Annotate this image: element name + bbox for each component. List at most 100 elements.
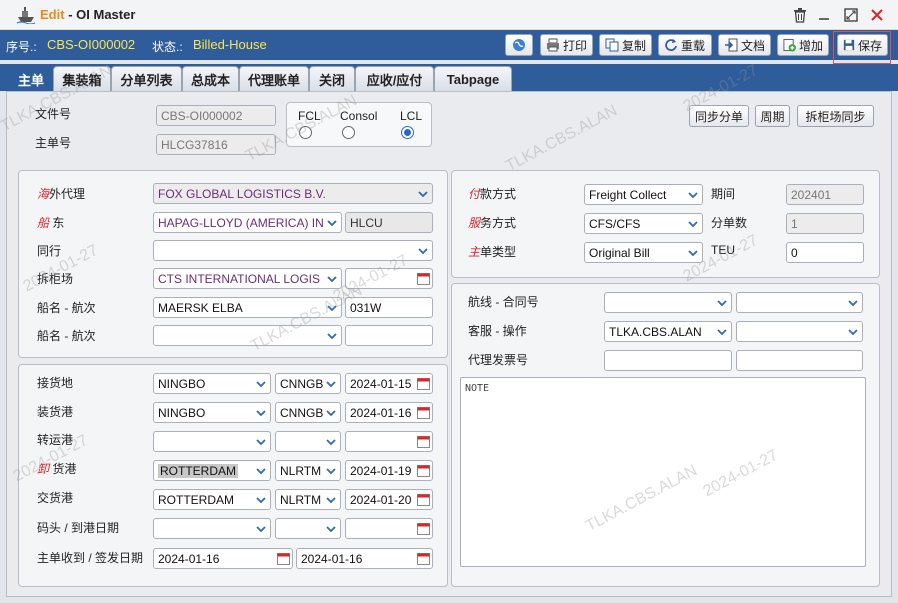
chevron-down-icon	[252, 490, 270, 509]
receipt-code-select[interactable]: CNNGB	[275, 373, 341, 394]
tab-ar-ap[interactable]: 应收/应付	[355, 66, 434, 91]
vessel2-select[interactable]	[153, 325, 342, 346]
calendar-icon[interactable]	[417, 377, 430, 390]
agent-select[interactable]: FOX GLOBAL LOGISTICS B.V.	[153, 183, 433, 204]
service-select[interactable]: CFS/CFS	[584, 213, 703, 234]
receipt-date-field[interactable]: 2024-01-15	[345, 373, 433, 394]
tab-tabpage[interactable]: Tabpage	[434, 66, 512, 91]
cs-select[interactable]: TLKA.CBS.ALAN	[604, 321, 732, 342]
payment-select[interactable]: Freight Collect	[584, 184, 703, 205]
calendar-icon[interactable]	[417, 435, 430, 448]
discharge-value: ROTTERDAM	[158, 463, 238, 478]
discharge-select[interactable]: ROTTERDAM	[153, 460, 271, 481]
chevron-down-icon	[323, 213, 341, 232]
coloader-select[interactable]	[153, 240, 433, 261]
cs-label: 客服 - 操作	[468, 324, 527, 338]
note-textarea[interactable]: NOTE	[460, 377, 866, 567]
print-button[interactable]: 打印	[540, 34, 593, 56]
contract-select[interactable]	[736, 292, 863, 313]
dock-label: 码头 / 到港日期	[37, 521, 120, 535]
tab-hbl-list[interactable]: 分单列表	[111, 66, 182, 91]
mode-consol-radio[interactable]	[342, 126, 355, 139]
calendar-icon[interactable]	[417, 406, 430, 419]
calendar-icon[interactable]	[417, 493, 430, 506]
transit-code-select[interactable]	[275, 431, 341, 452]
chevron-down-icon	[713, 293, 731, 312]
teu-label: TEU	[711, 243, 735, 257]
agent-value: FOX GLOBAL LOGISTICS B.V.	[158, 186, 326, 201]
mbl-issued-date-field[interactable]: 2024-01-16	[296, 548, 433, 569]
save-label: 保存	[857, 38, 882, 53]
cfs-select[interactable]: CTS INTERNATIONAL LOGIS	[153, 268, 342, 289]
tab-close[interactable]: 关闭	[309, 66, 355, 91]
cs-value: TLKA.CBS.ALAN	[609, 324, 702, 339]
voyage2-field[interactable]	[345, 325, 433, 346]
add-button[interactable]: 增加	[777, 34, 829, 56]
arrival-date-field[interactable]	[345, 518, 433, 539]
invoice-field-2[interactable]	[736, 350, 863, 371]
delivery-code-select[interactable]: NLRTM	[275, 489, 341, 510]
discharge-code-value: NLRTM	[280, 463, 322, 478]
trash-icon[interactable]	[791, 6, 809, 24]
window-title-separator: -	[68, 7, 73, 22]
loading-select[interactable]: NINGBO	[153, 402, 271, 423]
mode-fcl-label: FCL	[298, 109, 321, 123]
loading-date-field[interactable]: 2024-01-16	[345, 402, 433, 423]
delivery-date-field[interactable]: 2024-01-20	[345, 489, 433, 510]
sync-hbl-button[interactable]: 同步分单	[689, 105, 749, 127]
copy-button[interactable]: 复制	[599, 34, 652, 56]
sync-cfs-button[interactable]: 拆柜场同步	[797, 105, 874, 127]
refresh-button[interactable]	[505, 34, 533, 56]
route-select[interactable]	[604, 292, 732, 313]
payment-label: 付款方式	[468, 185, 516, 202]
transit-select[interactable]	[153, 431, 271, 452]
tab-main[interactable]: 主单	[9, 66, 53, 91]
carrier-value: HAPAG-LLOYD (AMERICA) IN	[158, 215, 324, 230]
chevron-down-icon	[322, 490, 340, 509]
hbl-count-label: 分单数	[711, 216, 748, 230]
maximize-icon[interactable]	[842, 6, 860, 24]
calendar-icon[interactable]	[417, 272, 430, 285]
mbl-received-date-field[interactable]: 2024-01-16	[153, 548, 293, 569]
invoice-field[interactable]	[604, 350, 732, 371]
bill-type-select[interactable]: Original Bill	[584, 242, 703, 263]
reload-button[interactable]: 重载	[658, 34, 712, 56]
tab-containers[interactable]: 集装箱	[53, 66, 111, 91]
close-icon[interactable]	[868, 6, 886, 24]
carrier-select[interactable]: HAPAG-LLOYD (AMERICA) IN	[153, 212, 342, 233]
receipt-select[interactable]: NINGBO	[153, 373, 271, 394]
period-button[interactable]: 周期	[755, 105, 790, 127]
file-no-field: CBS-OI000002	[156, 105, 276, 126]
route-label: 航线 - 合同号	[468, 295, 539, 309]
teu-field[interactable]: 0	[786, 242, 864, 263]
mbl-received-value: 2024-01-16	[158, 551, 220, 566]
operator-select[interactable]	[736, 321, 863, 342]
dock-code-select[interactable]	[275, 518, 341, 539]
discharge-date-field[interactable]: 2024-01-19	[345, 460, 433, 481]
loading-code-select[interactable]: CNNGB	[275, 402, 341, 423]
file-no-label: 文件号	[35, 107, 72, 121]
loading-code-value: CNNGB	[280, 405, 324, 420]
mode-fcl-radio[interactable]	[299, 126, 312, 139]
calendar-icon[interactable]	[417, 552, 430, 565]
payment-label-text: 款方式	[480, 187, 517, 201]
delivery-select[interactable]: ROTTERDAM	[153, 489, 271, 510]
discharge-code-select[interactable]: NLRTM	[275, 460, 341, 481]
discharge-label-text: 货港	[52, 462, 77, 476]
voyage-field[interactable]: 031W	[345, 297, 433, 318]
vessel-select[interactable]: MAERSK ELBA	[153, 297, 342, 318]
calendar-icon[interactable]	[277, 552, 290, 565]
save-button[interactable]: 保存	[837, 34, 888, 56]
calendar-icon[interactable]	[417, 522, 430, 535]
carrier-code-field: HLCU	[345, 212, 433, 233]
documents-button[interactable]: 文档	[718, 34, 771, 56]
tab-agent-bill[interactable]: 代理账单	[239, 66, 309, 91]
cfs-date-field[interactable]	[345, 268, 433, 289]
calendar-icon[interactable]	[417, 464, 430, 477]
minimize-icon[interactable]	[815, 6, 833, 24]
tab-total-cost[interactable]: 总成本	[182, 66, 239, 91]
mode-lcl-radio[interactable]	[401, 126, 414, 139]
dock-select[interactable]	[153, 518, 271, 539]
transit-date-field[interactable]	[345, 431, 433, 452]
bill-type-label-text: 单类型	[480, 245, 517, 259]
